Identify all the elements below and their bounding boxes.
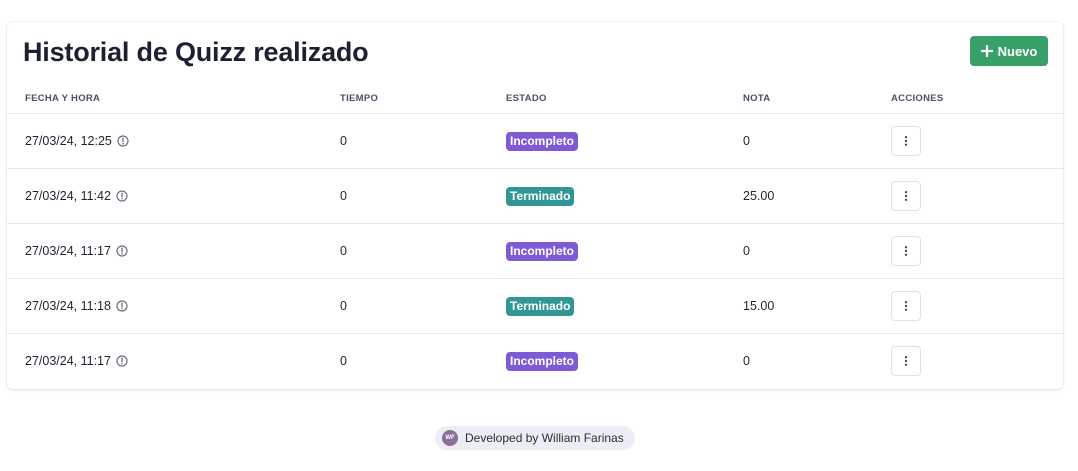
table-row: 27/03/24, 11:17 0 Incompleto 0 — [7, 334, 1063, 389]
time-cell: 0 — [340, 244, 347, 258]
actions-cell — [891, 224, 921, 278]
status-cell: Incompleto — [506, 334, 579, 388]
footer-text: Developed by William Farinas — [465, 431, 624, 445]
status-cell: Terminado — [506, 169, 575, 223]
info-icon[interactable] — [116, 190, 128, 202]
row-actions-button[interactable] — [891, 181, 921, 211]
row-actions-button[interactable] — [891, 291, 921, 321]
column-header-datetime: FECHA Y HORA — [25, 93, 101, 104]
status-cell: Terminado — [506, 279, 575, 333]
datetime-text: 27/03/24, 12:25 — [25, 134, 112, 148]
time-cell: 0 — [340, 189, 347, 203]
status-badge: Terminado — [506, 186, 575, 206]
grade-cell: 0 — [743, 244, 750, 258]
datetime-text: 27/03/24, 11:17 — [25, 354, 111, 368]
time-cell: 0 — [340, 354, 347, 368]
avatar: WF — [442, 430, 458, 446]
time-cell: 0 — [340, 299, 347, 313]
column-header-status: ESTADO — [506, 93, 547, 104]
status-badge: Incompleto — [506, 351, 579, 371]
new-quiz-button[interactable]: Nuevo — [970, 36, 1048, 66]
info-icon[interactable] — [116, 355, 128, 367]
status-cell: Incompleto — [506, 114, 579, 168]
datetime-cell: 27/03/24, 11:42 — [25, 169, 128, 223]
info-icon[interactable] — [116, 245, 128, 257]
table-body: 27/03/24, 12:25 0 Incompleto 0 27/03/24, 11:… — [7, 114, 1063, 389]
datetime-cell: 27/03/24, 11:17 — [25, 224, 128, 278]
more-vertical-icon — [904, 300, 908, 312]
more-vertical-icon — [904, 135, 908, 147]
status-cell: Incompleto — [506, 224, 579, 278]
page-title: Historial de Quizz realizado — [23, 37, 369, 67]
datetime-text: 27/03/24, 11:42 — [25, 189, 111, 203]
grade-cell: 0 — [743, 134, 750, 148]
datetime-text: 27/03/24, 11:17 — [25, 244, 111, 258]
status-badge: Incompleto — [506, 131, 579, 151]
grade-cell: 15.00 — [743, 299, 775, 313]
column-header-time: TIEMPO — [340, 93, 379, 104]
quiz-history-table: FECHA Y HORA TIEMPO ESTADO NOTA ACCIONES… — [7, 86, 1063, 389]
plus-icon — [980, 45, 993, 57]
column-header-grade: NOTA — [743, 93, 771, 104]
actions-cell — [891, 114, 921, 168]
table-header: FECHA Y HORA TIEMPO ESTADO NOTA ACCIONES — [7, 86, 1063, 114]
time-cell: 0 — [340, 134, 347, 148]
info-icon[interactable] — [117, 135, 129, 147]
more-vertical-icon — [904, 190, 908, 202]
table-row: 27/03/24, 11:18 0 Terminado 15.00 — [7, 279, 1063, 334]
actions-cell — [891, 169, 921, 223]
status-badge: Incompleto — [506, 241, 579, 261]
grade-cell: 0 — [743, 354, 750, 368]
actions-cell — [891, 279, 921, 333]
developer-credit: WF Developed by William Farinas — [435, 426, 635, 450]
datetime-text: 27/03/24, 11:18 — [25, 299, 111, 313]
column-header-actions: ACCIONES — [891, 93, 944, 104]
datetime-cell: 27/03/24, 12:25 — [25, 114, 129, 168]
table-row: 27/03/24, 11:42 0 Terminado 25.00 — [7, 169, 1063, 224]
actions-cell — [891, 334, 921, 388]
more-vertical-icon — [904, 245, 908, 257]
row-actions-button[interactable] — [891, 126, 921, 156]
datetime-cell: 27/03/24, 11:18 — [25, 279, 128, 333]
more-vertical-icon — [904, 355, 908, 367]
quiz-history-card: Historial de Quizz realizado Nuevo FECHA… — [7, 22, 1063, 389]
row-actions-button[interactable] — [891, 346, 921, 376]
datetime-cell: 27/03/24, 11:17 — [25, 334, 128, 388]
table-row: 27/03/24, 12:25 0 Incompleto 0 — [7, 114, 1063, 169]
grade-cell: 25.00 — [743, 189, 775, 203]
info-icon[interactable] — [116, 300, 128, 312]
status-badge: Terminado — [506, 296, 575, 316]
new-button-label: Nuevo — [997, 43, 1038, 59]
table-row: 27/03/24, 11:17 0 Incompleto 0 — [7, 224, 1063, 279]
row-actions-button[interactable] — [891, 236, 921, 266]
